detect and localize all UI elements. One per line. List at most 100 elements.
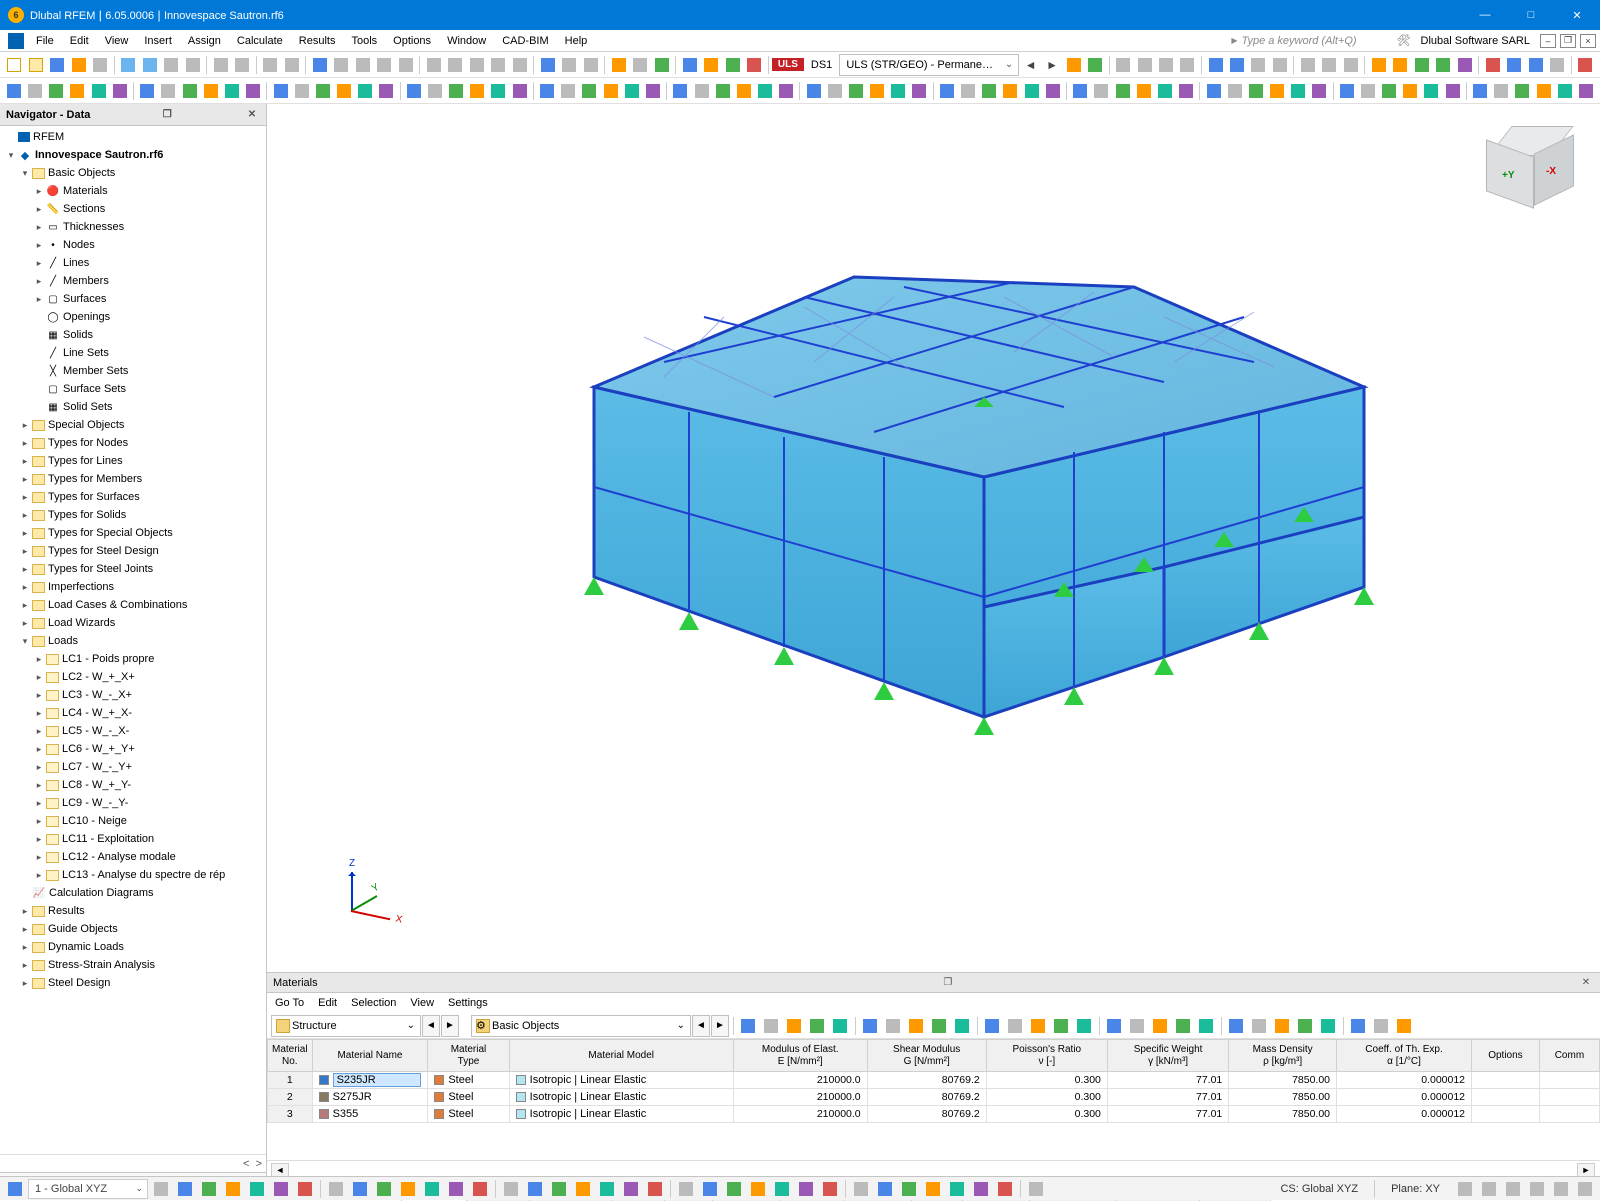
tb2-btn-13[interactable] [292,80,312,102]
sb-rbtn-3[interactable] [1526,1179,1548,1199]
tree-bo-10[interactable]: ╳Member Sets [0,362,266,380]
sb-btn-30[interactable] [898,1179,920,1199]
sb-btn-22[interactable] [699,1179,721,1199]
mat-tb-btn-13[interactable] [1050,1015,1072,1037]
tree-lc-6[interactable]: ▸LC7 - W_-_Y+ [0,758,266,776]
sb-btn-5[interactable] [270,1179,292,1199]
sb-btn-32[interactable] [946,1179,968,1199]
tb2-btn-7[interactable] [158,80,178,102]
tree-mid-7[interactable]: ▸Types for Steel Design [0,542,266,560]
maximize-button[interactable]: □ [1508,0,1554,30]
sb-btn-6[interactable] [294,1179,316,1199]
mat-tb-btn-11[interactable] [1004,1015,1026,1037]
tree-lc-9[interactable]: ▸LC10 - Neige [0,812,266,830]
tb2-btn-60[interactable] [1337,80,1357,102]
mat-tb-btn-17[interactable] [1149,1015,1171,1037]
sb-btn-33[interactable] [970,1179,992,1199]
tb2-btn-50[interactable] [1113,80,1133,102]
mat-nav2-0[interactable]: ◄ [692,1015,710,1037]
keyword-search[interactable]: Type a keyword (Alt+Q) [1231,35,1366,47]
tree-bo-9[interactable]: ╱Line Sets [0,344,266,362]
sb-btn-35[interactable] [1025,1179,1047,1199]
menu-file[interactable]: File [28,30,62,52]
sb-btn-28[interactable] [850,1179,872,1199]
mat-col-8[interactable]: Mass Densityρ [kg/m³] [1229,1040,1337,1072]
sb-btn-15[interactable] [524,1179,546,1199]
tb2-btn-31[interactable] [692,80,712,102]
mat-col-6[interactable]: Poisson's Ratioν [-] [986,1040,1107,1072]
tree-mid-11[interactable]: ▸Load Wizards [0,614,266,632]
mat-nav1-1[interactable]: ► [441,1015,459,1037]
mat-nav1-0[interactable]: ◄ [422,1015,440,1037]
tb2-btn-29[interactable] [643,80,663,102]
tb2-btn-34[interactable] [755,80,775,102]
tb1-rbtn-14[interactable] [1319,54,1339,76]
tb1-rbtn-23[interactable] [1483,54,1503,76]
materials-table[interactable]: MaterialNo.Material NameMaterialTypeMate… [267,1039,1600,1160]
tree-bo-5[interactable]: ▸╱Members [0,272,266,290]
tree-lc-11[interactable]: ▸LC12 - Analyse modale [0,848,266,866]
mdi-minimize[interactable]: – [1540,34,1556,48]
tb2-btn-42[interactable] [937,80,957,102]
tb1-rbtn-8[interactable] [1205,54,1225,76]
tb1-btn-33[interactable] [608,54,628,76]
navigator-float-button[interactable]: ❐ [159,107,175,123]
tb2-btn-55[interactable] [1225,80,1245,102]
tb2-btn-69[interactable] [1534,80,1554,102]
tree-lc-12[interactable]: ▸LC13 - Analyse du spectre de rép [0,866,266,884]
tb1-rbtn-9[interactable] [1227,54,1247,76]
mat-col-2[interactable]: MaterialType [428,1040,509,1072]
tb2-btn-36[interactable] [804,80,824,102]
tb1-rbtn-20[interactable] [1433,54,1453,76]
mat-tb-btn-25[interactable] [1347,1015,1369,1037]
tree-post-1[interactable]: ▸Results [0,902,266,920]
tb1-btn-39[interactable] [722,54,742,76]
sb-btn-18[interactable] [596,1179,618,1199]
tb1-rbtn-24[interactable] [1504,54,1524,76]
tree-bo-6[interactable]: ▸▢Surfaces [0,290,266,308]
sb-btn-23[interactable] [723,1179,745,1199]
mat-tb-btn-2[interactable] [783,1015,805,1037]
tree-root[interactable]: RFEM [0,128,266,146]
tb1-rbtn-28[interactable] [1575,54,1595,76]
tree-lc-0[interactable]: ▸LC1 - Poids propre [0,650,266,668]
tb1-rbtn-26[interactable] [1547,54,1567,76]
menu-tools[interactable]: Tools [343,30,385,52]
mat-tb-btn-15[interactable] [1103,1015,1125,1037]
combo-nav-0[interactable]: ◄ [1020,54,1040,76]
tb2-btn-63[interactable] [1400,80,1420,102]
tb2-btn-44[interactable] [979,80,999,102]
sb-btn-21[interactable] [675,1179,697,1199]
mat-menu-edit[interactable]: Edit [318,997,337,1009]
mat-menu-settings[interactable]: Settings [448,997,488,1009]
tb2-btn-61[interactable] [1358,80,1378,102]
mat-col-5[interactable]: Shear ModulusG [N/mm²] [867,1040,986,1072]
sb-btn-24[interactable] [747,1179,769,1199]
tb1-btn-40[interactable] [744,54,764,76]
tb1-btn-27[interactable] [509,54,529,76]
tb1-btn-18[interactable] [331,54,351,76]
tree-mid-1[interactable]: ▸Types for Nodes [0,434,266,452]
tb2-btn-5[interactable] [110,80,130,102]
mat-tb-btn-8[interactable] [928,1015,950,1037]
mat-row-0[interactable]: 1S235JRSteelIsotropic | Linear Elastic21… [268,1072,1600,1089]
tree-lc-7[interactable]: ▸LC8 - W_+_Y- [0,776,266,794]
tb2-btn-1[interactable] [25,80,45,102]
tb1-btn-31[interactable] [580,54,600,76]
mat-menu-view[interactable]: View [410,997,434,1009]
sb-btn-31[interactable] [922,1179,944,1199]
sb-cs-icon[interactable] [4,1179,26,1199]
tree-post-2[interactable]: ▸Guide Objects [0,920,266,938]
sb-btn-25[interactable] [771,1179,793,1199]
tb2-btn-14[interactable] [313,80,333,102]
tb2-btn-17[interactable] [376,80,396,102]
load-combo-dropdown[interactable]: ULS (STR/GEO) - Permane… [839,54,1019,76]
tb2-btn-62[interactable] [1379,80,1399,102]
sb-btn-34[interactable] [994,1179,1016,1199]
tb1-btn-37[interactable] [679,54,699,76]
menu-edit[interactable]: Edit [62,30,97,52]
mat-col-3[interactable]: Material Model [509,1040,733,1072]
tb2-btn-12[interactable] [271,80,291,102]
tb1-btn-15[interactable] [281,54,301,76]
tree-bo-3[interactable]: ▸•Nodes [0,236,266,254]
